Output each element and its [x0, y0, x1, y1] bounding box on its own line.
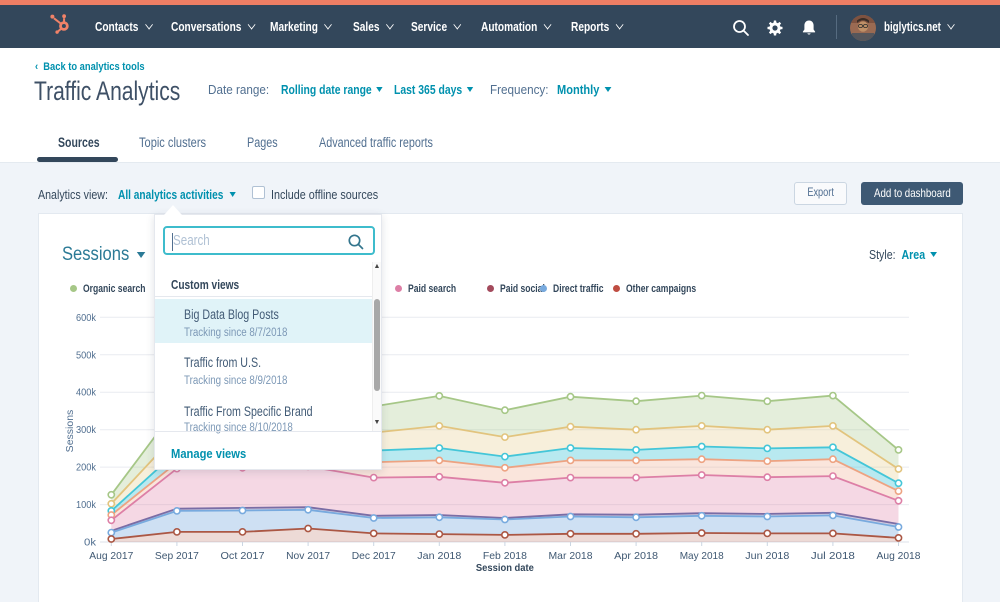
svg-text:Jul 2018: Jul 2018	[811, 550, 855, 562]
svg-text:Aug 2017: Aug 2017	[89, 550, 133, 562]
svg-text:Jan 2018: Jan 2018	[417, 550, 461, 562]
svg-text:Jun 2018: Jun 2018	[745, 550, 789, 562]
svg-text:Sessions: Sessions	[64, 410, 76, 453]
svg-text:Oct 2017: Oct 2017	[221, 550, 265, 562]
svg-text:200k: 200k	[76, 462, 97, 474]
svg-text:Mar 2018: Mar 2018	[549, 550, 593, 562]
svg-text:Sep 2017: Sep 2017	[155, 550, 199, 562]
svg-text:0k: 0k	[84, 537, 97, 549]
svg-text:600k: 600k	[76, 312, 97, 324]
svg-text:Feb 2018: Feb 2018	[483, 550, 527, 562]
svg-text:Aug 2018: Aug 2018	[877, 550, 921, 562]
svg-text:Apr 2018: Apr 2018	[614, 550, 658, 562]
svg-text:Nov 2017: Nov 2017	[286, 550, 330, 562]
svg-text:Session date: Session date	[476, 562, 534, 574]
svg-text:400k: 400k	[76, 387, 97, 399]
svg-text:100k: 100k	[76, 499, 97, 511]
svg-text:Dec 2017: Dec 2017	[352, 550, 396, 562]
svg-text:300k: 300k	[76, 424, 97, 436]
svg-text:500k: 500k	[76, 349, 97, 361]
svg-text:May 2018: May 2018	[680, 550, 724, 562]
